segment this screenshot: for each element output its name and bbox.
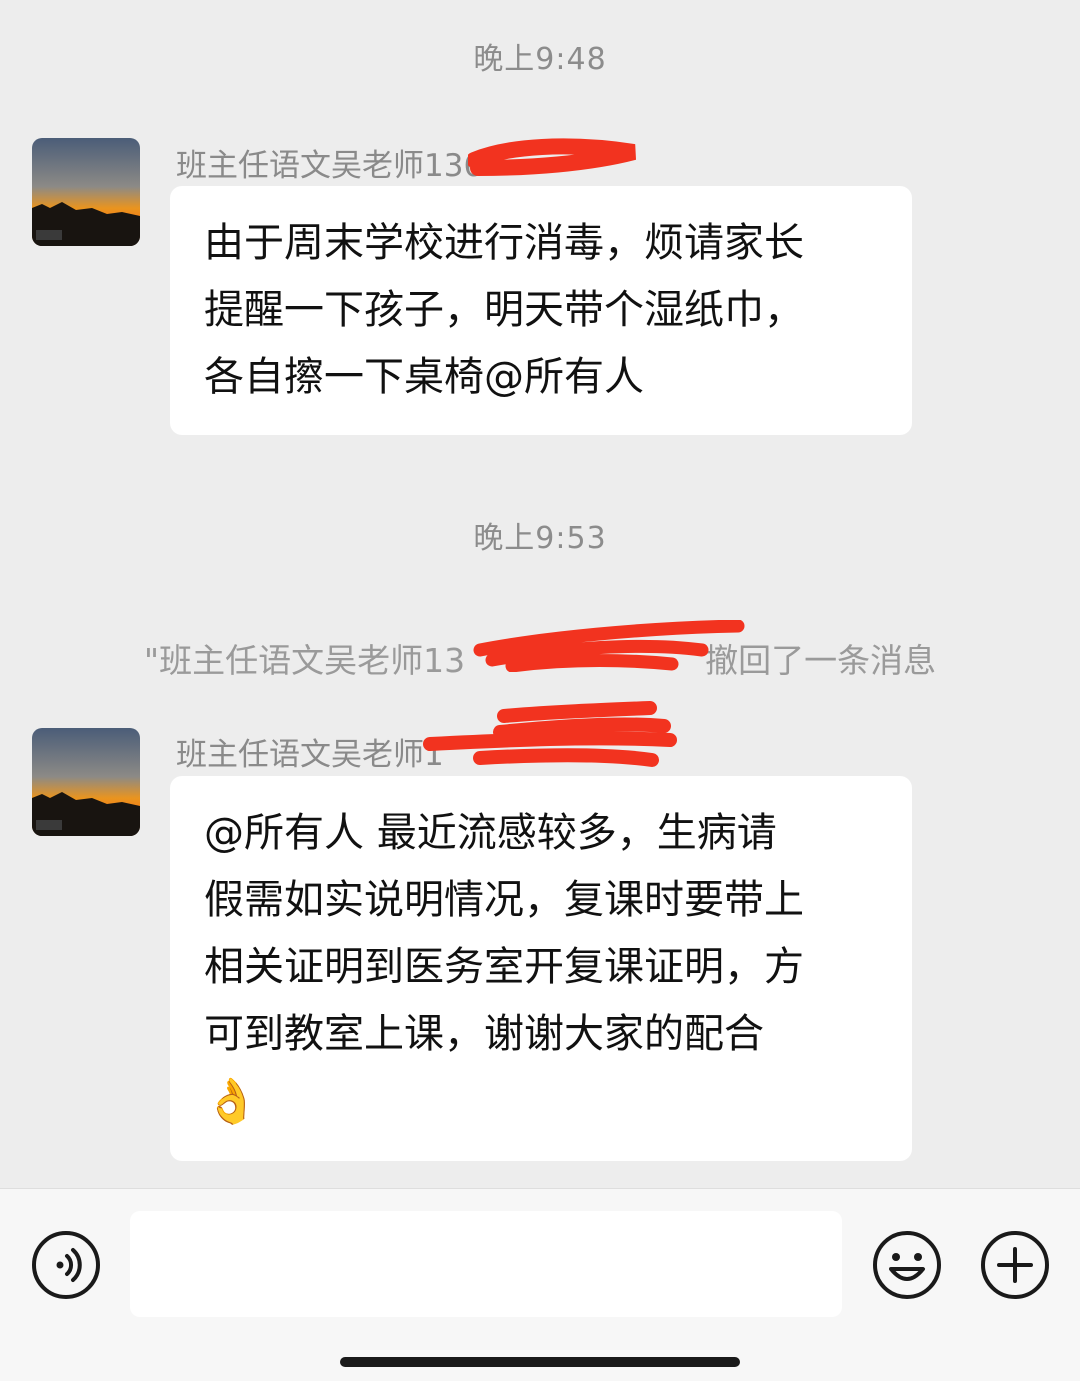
input-bar bbox=[0, 1188, 1080, 1381]
recall-notice: "班主任语文吴老师13 撤回了一条消息 bbox=[0, 634, 1080, 682]
home-indicator bbox=[340, 1357, 740, 1367]
recall-suffix: 撤回了一条消息 bbox=[705, 641, 937, 680]
message-line: @所有人 最近流感较多，生病请 bbox=[204, 810, 777, 856]
message-bubble[interactable]: @所有人 最近流感较多，生病请 假需如实说明情况，复课时要带上 相关证明到医务室… bbox=[170, 776, 912, 1161]
message-line: 假需如实说明情况，复课时要带上 bbox=[204, 877, 804, 923]
plus-circle-icon[interactable] bbox=[979, 1229, 1051, 1301]
ok-hand-emoji: 👌 bbox=[204, 1076, 259, 1127]
recall-prefix: "班主任语文吴老师13 bbox=[143, 641, 466, 680]
sender-name: 班主任语文吴老师1 bbox=[176, 737, 444, 773]
message-line: 提醒一下孩子，明天带个湿纸巾， bbox=[204, 287, 804, 333]
message-line: 相关证明到医务室开复课证明，方 bbox=[204, 944, 804, 990]
message-input[interactable] bbox=[130, 1211, 842, 1317]
voice-icon[interactable] bbox=[30, 1229, 102, 1301]
message-line: 可到教室上课，谢谢大家的配合 bbox=[204, 1011, 764, 1057]
sender-avatar[interactable] bbox=[32, 728, 140, 836]
chat-area: 晚上9:48 班主任语文吴老师136 由于周末学校进行消毒，烦请家长 提醒一下孩… bbox=[0, 0, 1080, 1188]
sender-name: 班主任语文吴老师136 bbox=[176, 148, 484, 184]
timestamp: 晚上9:48 bbox=[473, 42, 607, 77]
redaction-mark bbox=[468, 138, 637, 176]
sender-avatar[interactable] bbox=[32, 138, 140, 246]
message-line: 各自擦一下桌椅@所有人 bbox=[204, 354, 644, 400]
redaction-mark bbox=[423, 701, 677, 767]
message-line: 由于周末学校进行消毒，烦请家长 bbox=[204, 220, 804, 266]
emoji-face-icon[interactable] bbox=[871, 1229, 943, 1301]
timestamp: 晚上9:53 bbox=[473, 521, 607, 556]
message-bubble[interactable]: 由于周末学校进行消毒，烦请家长 提醒一下孩子，明天带个湿纸巾， 各自擦一下桌椅@… bbox=[170, 186, 912, 435]
